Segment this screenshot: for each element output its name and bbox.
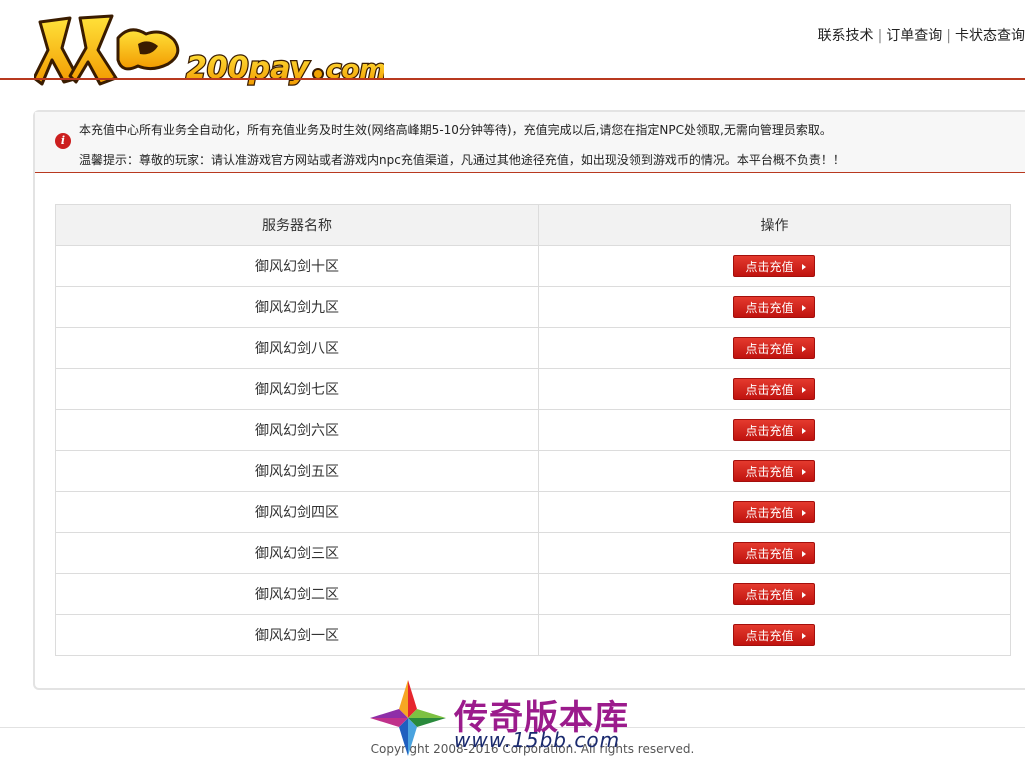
- recharge-button-label: 点击充值: [745, 547, 794, 561]
- server-name-cell: 御风幻剑二区: [55, 573, 539, 615]
- server-name-cell: 御风幻剑三区: [55, 532, 539, 574]
- operation-cell: 点击充值: [537, 327, 1012, 369]
- recharge-button-label: 点击充值: [745, 342, 794, 356]
- arrow-right-icon: [802, 387, 807, 393]
- notice-automation-text: 本充值中心所有业务全自动化，所有充值业务及时生效(网络高峰期5-10分钟等待)，…: [79, 123, 832, 137]
- operation-cell: 点击充值: [537, 614, 1012, 656]
- svg-text:200pay: 200pay: [186, 51, 310, 86]
- svg-text:com: com: [326, 55, 384, 85]
- arrow-right-icon: [802, 551, 807, 557]
- table-row: 御风幻剑一区 点击充值: [55, 614, 1012, 656]
- arrow-right-icon: [802, 592, 807, 598]
- server-name-cell: 御风幻剑七区: [55, 368, 539, 410]
- arrow-right-icon: [802, 469, 807, 475]
- server-name-cell: 御风幻剑四区: [55, 491, 539, 533]
- logo-graphic: 200pay com: [34, 14, 384, 87]
- arrow-right-icon: [802, 510, 807, 516]
- operation-cell: 点击充值: [537, 573, 1012, 615]
- recharge-button-label: 点击充值: [745, 424, 794, 438]
- table-row: 御风幻剑八区 点击充值: [55, 327, 1012, 369]
- recharge-button-label: 点击充值: [745, 301, 794, 315]
- table-row: 御风幻剑二区 点击充值: [55, 573, 1012, 615]
- operation-cell: 点击充值: [537, 532, 1012, 574]
- server-name-cell: 御风幻剑六区: [55, 409, 539, 451]
- top-nav: 联系技术 | 订单查询 | 卡状态查询: [818, 25, 1025, 45]
- operation-cell: 点击充值: [537, 450, 1012, 492]
- recharge-button[interactable]: 点击充值: [733, 542, 816, 564]
- arrow-right-icon: [802, 346, 807, 352]
- recharge-button-label: 点击充值: [745, 588, 794, 602]
- header-divider: [0, 78, 1025, 80]
- recharge-button[interactable]: 点击充值: [733, 460, 816, 482]
- recharge-button[interactable]: 点击充值: [733, 501, 816, 523]
- server-name-cell: 御风幻剑十区: [55, 245, 539, 287]
- recharge-button[interactable]: 点击充值: [733, 419, 816, 441]
- recharge-button-label: 点击充值: [745, 506, 794, 520]
- nav-separator: |: [946, 28, 951, 44]
- recharge-panel: i 本充值中心所有业务全自动化，所有充值业务及时生效(网络高峰期5-10分钟等待…: [33, 110, 1025, 690]
- server-name-cell: 御风幻剑五区: [55, 450, 539, 492]
- site-logo[interactable]: 200pay com: [34, 8, 384, 94]
- notice-box: i 本充值中心所有业务全自动化，所有充值业务及时生效(网络高峰期5-10分钟等待…: [35, 112, 1025, 173]
- copyright-text: Copyright 2008-2016 Corporation. All rig…: [370, 742, 695, 756]
- operation-cell: 点击充值: [537, 368, 1012, 410]
- recharge-button[interactable]: 点击充值: [733, 624, 816, 646]
- recharge-button[interactable]: 点击充值: [733, 583, 816, 605]
- table-row: 御风幻剑七区 点击充值: [55, 368, 1012, 410]
- recharge-button[interactable]: 点击充值: [733, 378, 816, 400]
- table-row: 御风幻剑四区 点击充值: [55, 491, 1012, 533]
- arrow-right-icon: [802, 428, 807, 434]
- arrow-right-icon: [802, 305, 807, 311]
- arrow-right-icon: [802, 264, 807, 270]
- recharge-button-label: 点击充值: [745, 465, 794, 479]
- info-icon: i: [55, 133, 71, 149]
- notice-warning-text: 温馨提示：尊敬的玩家：请认准游戏官方网站或者游戏内npc充值渠道，凡通过其他途径…: [79, 153, 845, 167]
- table-row: 御风幻剑九区 点击充值: [55, 286, 1012, 328]
- recharge-button[interactable]: 点击充值: [733, 337, 816, 359]
- card-status-query-link[interactable]: 卡状态查询: [955, 28, 1025, 44]
- nav-separator: |: [877, 28, 883, 44]
- contact-tech-link[interactable]: 联系技术: [818, 28, 874, 44]
- operation-cell: 点击充值: [537, 286, 1012, 328]
- column-header-operation: 操作: [537, 204, 1012, 246]
- table-header-row: 服务器名称 操作: [55, 204, 1012, 246]
- table-row: 御风幻剑五区 点击充值: [55, 450, 1012, 492]
- server-name-cell: 御风幻剑九区: [55, 286, 539, 328]
- watermark-title: 传奇版本库: [454, 698, 629, 738]
- column-header-server-name: 服务器名称: [55, 204, 539, 246]
- page-header: 200pay com 联系技术 | 订单查询 | 卡状态查询: [0, 0, 1025, 94]
- footer-divider: [0, 727, 1025, 728]
- table-row: 御风幻剑十区 点击充值: [55, 245, 1012, 287]
- table-row: 御风幻剑三区 点击充值: [55, 532, 1012, 574]
- operation-cell: 点击充值: [537, 245, 1012, 287]
- server-name-cell: 御风幻剑一区: [55, 614, 539, 656]
- operation-cell: 点击充值: [537, 491, 1012, 533]
- recharge-button[interactable]: 点击充值: [733, 296, 816, 318]
- recharge-button-label: 点击充值: [745, 629, 794, 643]
- order-query-link[interactable]: 订单查询: [886, 28, 942, 44]
- recharge-button-label: 点击充值: [745, 260, 794, 274]
- server-name-cell: 御风幻剑八区: [55, 327, 539, 369]
- operation-cell: 点击充值: [537, 409, 1012, 451]
- arrow-right-icon: [802, 633, 807, 639]
- table-row: 御风幻剑六区 点击充值: [55, 409, 1012, 451]
- server-table: 服务器名称 操作 御风幻剑十区 点击充值 御风幻剑九区 点击充值 御风幻剑八区 …: [55, 204, 1012, 656]
- recharge-button-label: 点击充值: [745, 383, 794, 397]
- recharge-button[interactable]: 点击充值: [733, 255, 816, 277]
